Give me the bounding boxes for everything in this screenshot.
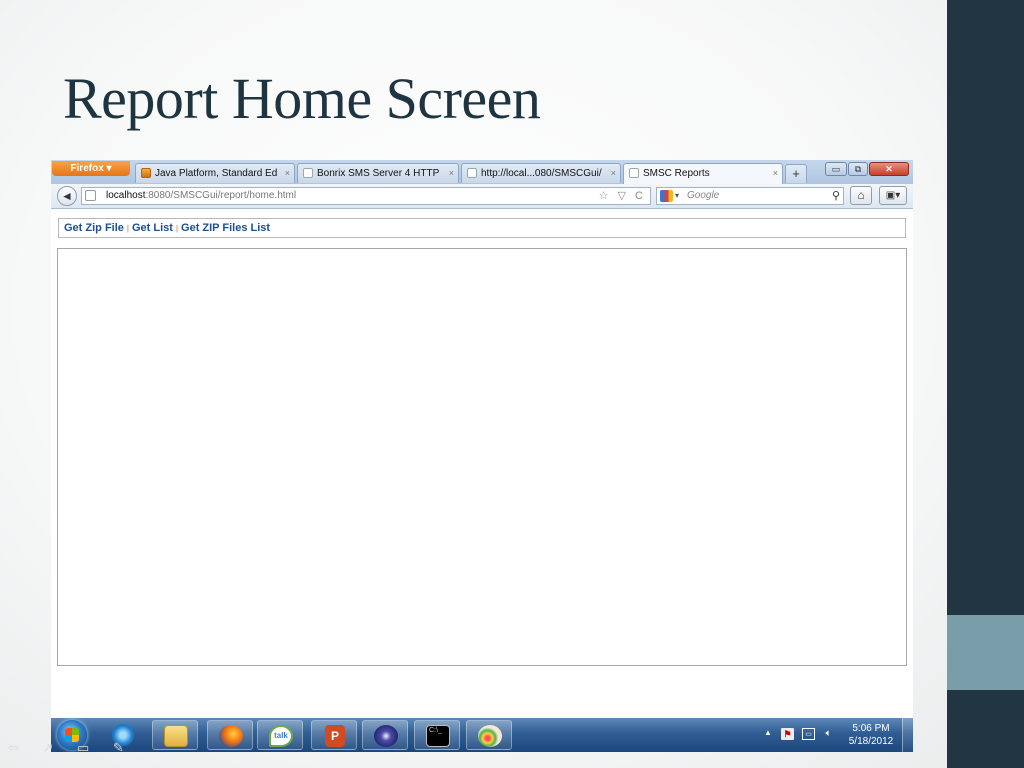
- restore-button[interactable]: ⧉: [848, 162, 868, 176]
- tab-close-icon[interactable]: ×: [611, 164, 616, 183]
- url-path: :8080/SMSCGui/report/home.html: [145, 190, 297, 201]
- volume-icon[interactable]: 🔈︎: [822, 728, 835, 740]
- show-hidden-icons-button[interactable]: ▲: [764, 728, 772, 737]
- tab-smscgui[interactable]: http://local...080/SMSCGui/ ×: [461, 163, 621, 183]
- folder-icon: [164, 725, 188, 747]
- minimize-button[interactable]: ▭: [825, 162, 847, 176]
- eclipse-icon: [374, 725, 398, 747]
- page-icon: [467, 168, 477, 178]
- taskbar-firefox[interactable]: [207, 720, 253, 750]
- report-content-frame: [57, 248, 907, 666]
- paint-icon: [478, 725, 502, 747]
- action-center-flag-icon[interactable]: ⚑: [781, 728, 794, 740]
- system-clock[interactable]: 5:06 PM 5/18/2012: [843, 722, 899, 748]
- slide-title: Report Home Screen: [63, 66, 541, 131]
- home-icon[interactable]: ⌂: [850, 186, 872, 205]
- firefox-icon: [219, 725, 243, 747]
- url-host: localhost: [106, 190, 146, 201]
- firefox-menu-button[interactable]: Firefox ▾: [52, 161, 130, 176]
- url-bookmark-reload-icons[interactable]: ☆ ▽ C: [599, 188, 646, 204]
- tab-strip: Firefox ▾ Java Platform, Standard Ed... …: [51, 160, 913, 184]
- clock-date: 5/18/2012: [848, 736, 894, 747]
- link-separator: |: [126, 224, 129, 233]
- google-icon[interactable]: [660, 190, 673, 202]
- tab-smsc-reports[interactable]: SMSC Reports ×: [623, 163, 783, 184]
- back-button[interactable]: ◄: [57, 186, 77, 206]
- command-prompt-icon: C:\_: [426, 725, 450, 747]
- get-zip-files-list-link[interactable]: Get ZIP Files List: [181, 222, 270, 234]
- taskbar-eclipse[interactable]: [362, 720, 408, 750]
- search-bar[interactable]: ▾ Google ⚲: [656, 187, 844, 205]
- windows-taskbar: talk P C:\_ ▲ ⚑ ▭ 🔈︎ 5:06 PM 5/18/2012: [51, 718, 913, 752]
- taskbar-windows-explorer[interactable]: [152, 720, 198, 750]
- navigation-bar: ◄ localhost:8080/SMSCGui/report/home.htm…: [51, 184, 913, 209]
- taskbar-powerpoint[interactable]: P: [311, 720, 357, 750]
- page-icon: [629, 168, 639, 178]
- url-text: localhost:8080/SMSCGui/report/home.html: [106, 188, 296, 204]
- tab-bonrix-sms[interactable]: Bonrix SMS Server 4 HTTP ... ×: [297, 163, 459, 183]
- tab-label: SMSC Reports: [643, 168, 710, 179]
- taskbar-paint[interactable]: [466, 720, 512, 750]
- tab-java-platform[interactable]: Java Platform, Standard Ed... ×: [135, 163, 295, 183]
- chevron-down-icon[interactable]: ▾: [675, 188, 679, 204]
- site-identity-icon[interactable]: [85, 190, 96, 201]
- show-desktop-button[interactable]: [902, 718, 913, 752]
- taskbar-google-talk[interactable]: talk: [257, 720, 303, 750]
- slide-sidebar-accent: [947, 615, 1024, 690]
- browser-screenshot: Firefox ▾ Java Platform, Standard Ed... …: [51, 160, 913, 752]
- java-doc-icon: [141, 168, 151, 178]
- page-icon: [303, 168, 313, 178]
- tab-close-icon[interactable]: ×: [449, 164, 454, 183]
- report-link-bar: Get Zip File | Get List | Get ZIP Files List: [58, 218, 906, 238]
- tab-label: http://local...080/SMSCGui/: [481, 168, 602, 179]
- tab-close-icon[interactable]: ×: [773, 164, 778, 183]
- taskbar-command-prompt[interactable]: C:\_: [414, 720, 460, 750]
- tab-close-icon[interactable]: ×: [285, 164, 290, 183]
- network-icon[interactable]: ▭: [802, 728, 815, 740]
- get-zip-file-link[interactable]: Get Zip File: [64, 222, 124, 234]
- close-window-button[interactable]: ✕: [869, 162, 909, 176]
- addon-bar-button[interactable]: ▣▾: [879, 186, 907, 205]
- link-separator: |: [175, 224, 179, 233]
- search-placeholder: Google: [687, 190, 720, 201]
- google-talk-icon: talk: [269, 725, 293, 747]
- tab-label: Bonrix SMS Server 4 HTTP ...: [317, 168, 442, 179]
- clock-time: 5:06 PM: [852, 723, 890, 734]
- tab-label: Java Platform, Standard Ed...: [155, 168, 278, 179]
- new-tab-button[interactable]: +: [785, 164, 807, 183]
- search-icon[interactable]: ⚲: [832, 188, 840, 204]
- url-bar[interactable]: localhost:8080/SMSCGui/report/home.html …: [81, 187, 651, 205]
- slide-navigation-icons[interactable]: ⇦ ↗ ▭ ✎: [8, 740, 134, 756]
- powerpoint-icon: P: [325, 725, 345, 747]
- get-list-link[interactable]: Get List: [132, 222, 173, 234]
